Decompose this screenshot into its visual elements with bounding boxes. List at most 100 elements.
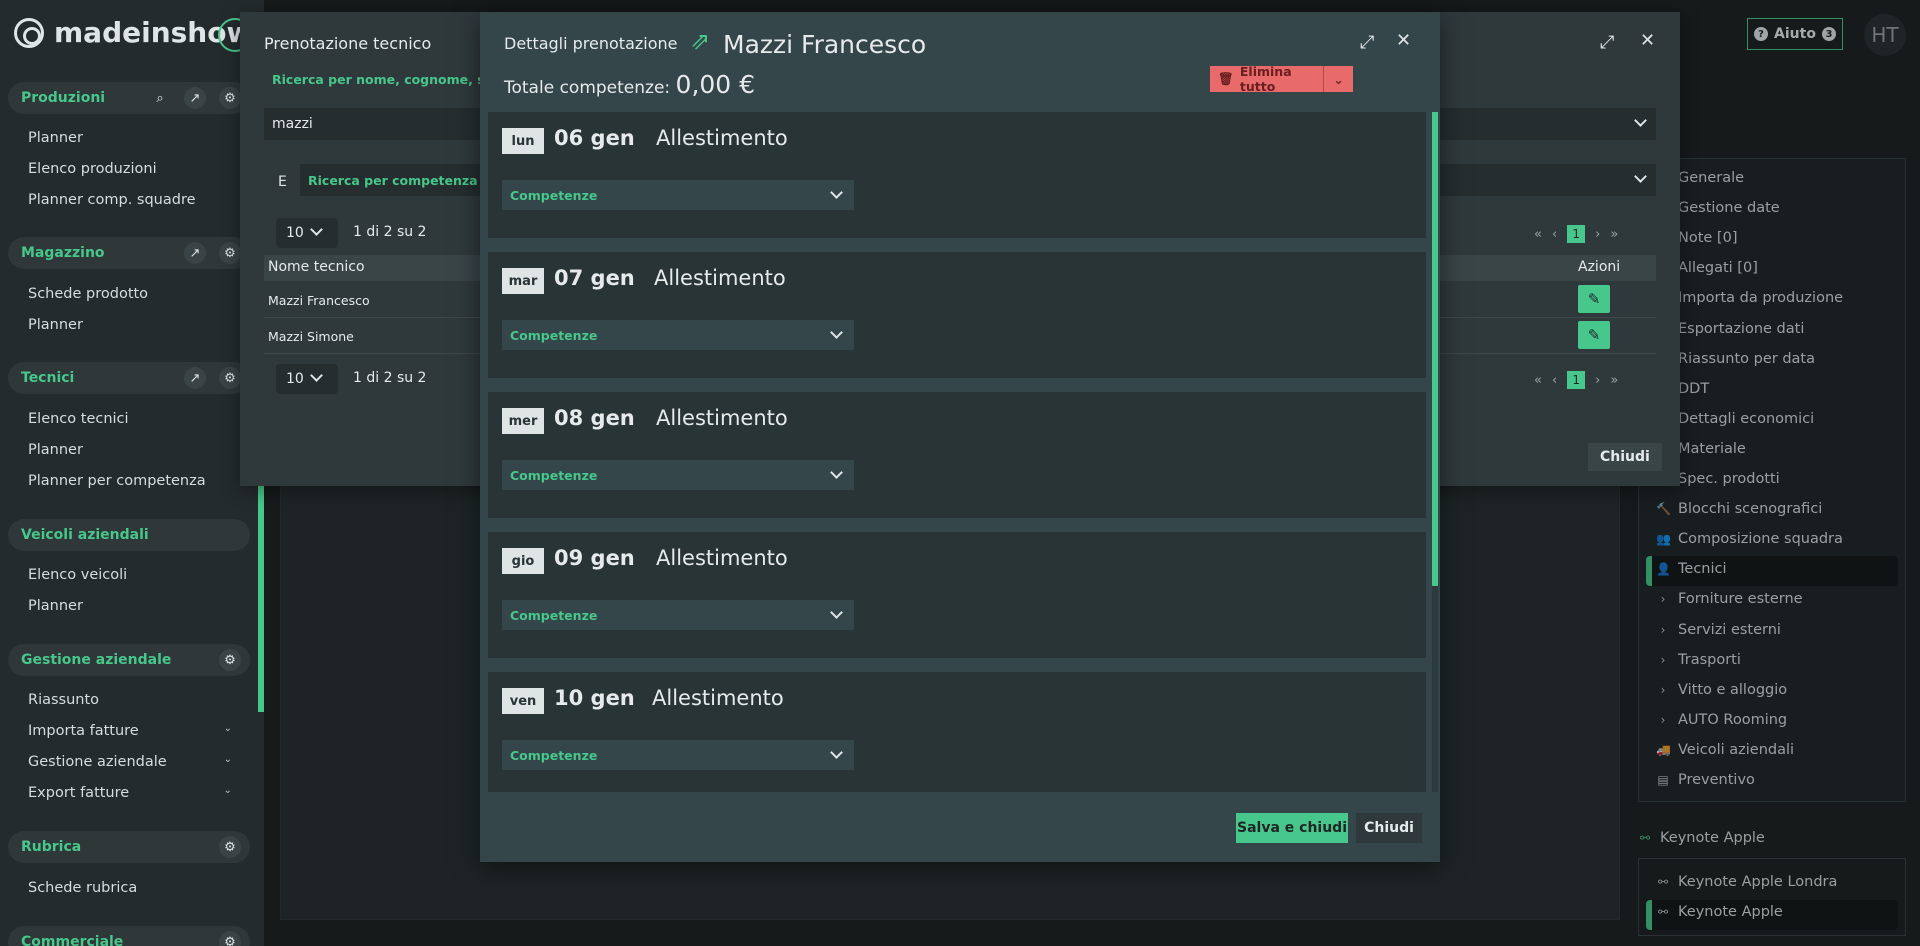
competences-select[interactable]: Competenze <box>502 180 854 210</box>
day-card: lun 06 gen Allestimento Competenze <box>488 112 1426 238</box>
first-page-icon[interactable]: « <box>1534 227 1542 242</box>
last-page-icon[interactable]: » <box>1610 227 1618 242</box>
chart-icon[interactable]: ↗ <box>184 242 206 264</box>
section-tecnici[interactable]: Tecnici ↗ ⚙ <box>8 362 250 394</box>
nav-planner-comp-squadre[interactable]: Planner comp. squadre <box>28 192 232 208</box>
gear-icon[interactable]: ⚙ <box>219 367 241 389</box>
logo-icon <box>14 17 44 48</box>
maximize-icon[interactable]: ⤢ <box>1360 32 1374 53</box>
nav-planner-tecnici[interactable]: Planner <box>28 442 232 458</box>
total-competences: Totale competenze: 0,00 € <box>504 70 756 99</box>
page-size-select[interactable]: 10 <box>276 218 338 248</box>
day-activity: Allestimento <box>656 406 788 430</box>
nav-planner-veicoli[interactable]: Planner <box>28 598 232 614</box>
first-page-icon[interactable]: « <box>1534 373 1542 388</box>
edit-button[interactable]: ✎ <box>1578 321 1610 349</box>
section-produzioni[interactable]: Produzioni ⌕ ↗ ⚙ <box>8 82 250 114</box>
next-page-icon[interactable]: › <box>1595 227 1600 242</box>
gear-icon[interactable]: ⚙ <box>219 836 241 858</box>
search-icon[interactable]: ⌕ <box>149 87 171 109</box>
day-of-week-badge: gio <box>502 548 544 574</box>
scrollbar-thumb[interactable] <box>1432 112 1438 586</box>
gear-icon[interactable]: ⚙ <box>219 931 241 946</box>
nav-schede-prodotto[interactable]: Schede prodotto <box>28 286 232 302</box>
chevron-down-icon <box>310 369 323 382</box>
app-logo[interactable]: madeinshow <box>14 16 252 49</box>
trash-icon: 🗑 <box>1218 71 1234 86</box>
day-card: gio 09 gen Allestimento Competenze <box>488 532 1426 658</box>
close-icon[interactable]: ✕ <box>1396 30 1411 51</box>
nav-planner-per-competenza[interactable]: Planner per competenza <box>28 473 232 489</box>
day-card: mar 07 gen Allestimento Competenze <box>488 252 1426 378</box>
day-of-week-badge: mar <box>502 268 544 294</box>
nav-export-fatture[interactable]: Export fatture ⌄ <box>28 785 232 801</box>
day-of-week-badge: ven <box>502 688 544 714</box>
booking-details-modal: Dettagli prenotazione ⇗ Mazzi Francesco … <box>480 12 1440 862</box>
nav-elenco-produzioni[interactable]: Elenco produzioni <box>28 161 232 177</box>
modal-title: Prenotazione tecnico <box>264 34 432 53</box>
competences-select[interactable]: Competenze <box>502 740 854 770</box>
chart-icon[interactable]: ↗ <box>184 367 206 389</box>
maximize-icon[interactable]: ⤢ <box>1600 32 1614 53</box>
prev-page-icon[interactable]: ‹ <box>1552 373 1557 388</box>
chevron-down-icon <box>830 326 843 339</box>
external-link-icon[interactable]: ⇗ <box>690 28 716 54</box>
chevron-down-icon <box>1634 114 1647 127</box>
chevron-down-icon[interactable]: ⌄ <box>1323 66 1353 92</box>
page-size-select[interactable]: 10 <box>276 364 338 394</box>
next-page-icon[interactable]: › <box>1595 373 1600 388</box>
nav-importa-fatture[interactable]: Importa fatture ⌄ <box>28 723 232 739</box>
competences-select[interactable]: Competenze <box>502 460 854 490</box>
day-of-week-badge: lun <box>502 128 544 154</box>
logic-prefix: E <box>278 174 287 190</box>
day-date: 08 gen <box>554 406 635 430</box>
last-page-icon[interactable]: » <box>1610 373 1618 388</box>
edit-button[interactable]: ✎ <box>1578 285 1610 313</box>
nav-elenco-tecnici[interactable]: Elenco tecnici <box>28 411 232 427</box>
chevron-down-icon <box>830 606 843 619</box>
nav-elenco-veicoli[interactable]: Elenco veicoli <box>28 567 232 583</box>
day-date: 06 gen <box>554 126 635 150</box>
chevron-down-icon: ⌄ <box>223 785 232 796</box>
gear-icon[interactable]: ⚙ <box>219 649 241 671</box>
technician-name: Mazzi Francesco <box>723 30 927 59</box>
chevron-down-icon <box>830 186 843 199</box>
nav-schede-rubrica[interactable]: Schede rubrica <box>28 880 232 896</box>
section-gestione-aziendale[interactable]: Gestione aziendale ⚙ <box>8 644 250 676</box>
section-veicoli[interactable]: Veicoli aziendali <box>8 519 250 551</box>
chevron-down-icon <box>830 746 843 759</box>
col-nome-tecnico[interactable]: Nome tecnico <box>268 259 365 275</box>
page-info: 1 di 2 su 2 <box>353 224 427 240</box>
search-label: Ricerca per nome, cognome, sopr <box>272 72 509 87</box>
section-magazzino[interactable]: Magazzino ↗ ⚙ <box>8 237 250 269</box>
gear-icon[interactable]: ⚙ <box>219 87 241 109</box>
delete-all-button[interactable]: 🗑 Elimina tutto ⌄ <box>1210 64 1353 94</box>
competences-select[interactable]: Competenze <box>502 320 854 350</box>
save-close-button[interactable]: Salva e chiudi <box>1236 813 1348 843</box>
nav-planner-magazzino[interactable]: Planner <box>28 317 232 333</box>
competences-select[interactable]: Competenze <box>502 600 854 630</box>
page-current[interactable]: 1 <box>1567 371 1586 389</box>
day-activity: Allestimento <box>656 126 788 150</box>
section-commerciale[interactable]: Commerciale ⚙ <box>8 926 250 946</box>
day-date: 07 gen <box>554 266 635 290</box>
nav-planner[interactable]: Planner <box>28 130 232 146</box>
chevron-down-icon <box>310 223 323 236</box>
close-icon[interactable]: ✕ <box>1640 30 1655 51</box>
prev-page-icon[interactable]: ‹ <box>1552 227 1557 242</box>
close-button[interactable]: Chiudi <box>1588 443 1662 471</box>
day-activity: Allestimento <box>656 546 788 570</box>
chart-icon[interactable]: ↗ <box>184 87 206 109</box>
day-activity: Allestimento <box>652 686 784 710</box>
day-of-week-badge: mer <box>502 408 544 434</box>
page-current[interactable]: 1 <box>1567 225 1586 243</box>
nav-gestione-aziendale[interactable]: Gestione aziendale ⌄ <box>28 754 232 770</box>
gear-icon[interactable]: ⚙ <box>219 242 241 264</box>
section-rubrica[interactable]: Rubrica ⚙ <box>8 831 250 863</box>
nav-riassunto[interactable]: Riassunto <box>28 692 232 708</box>
days-list[interactable]: lun 06 gen Allestimento Competenze mar 07 gen… <box>488 112 1428 792</box>
row-name: Mazzi Francesco <box>268 293 370 308</box>
day-card: ven 10 gen Allestimento Competenze <box>488 672 1426 792</box>
row-name: Mazzi Simone <box>268 329 354 344</box>
close-button[interactable]: Chiudi <box>1356 813 1422 843</box>
